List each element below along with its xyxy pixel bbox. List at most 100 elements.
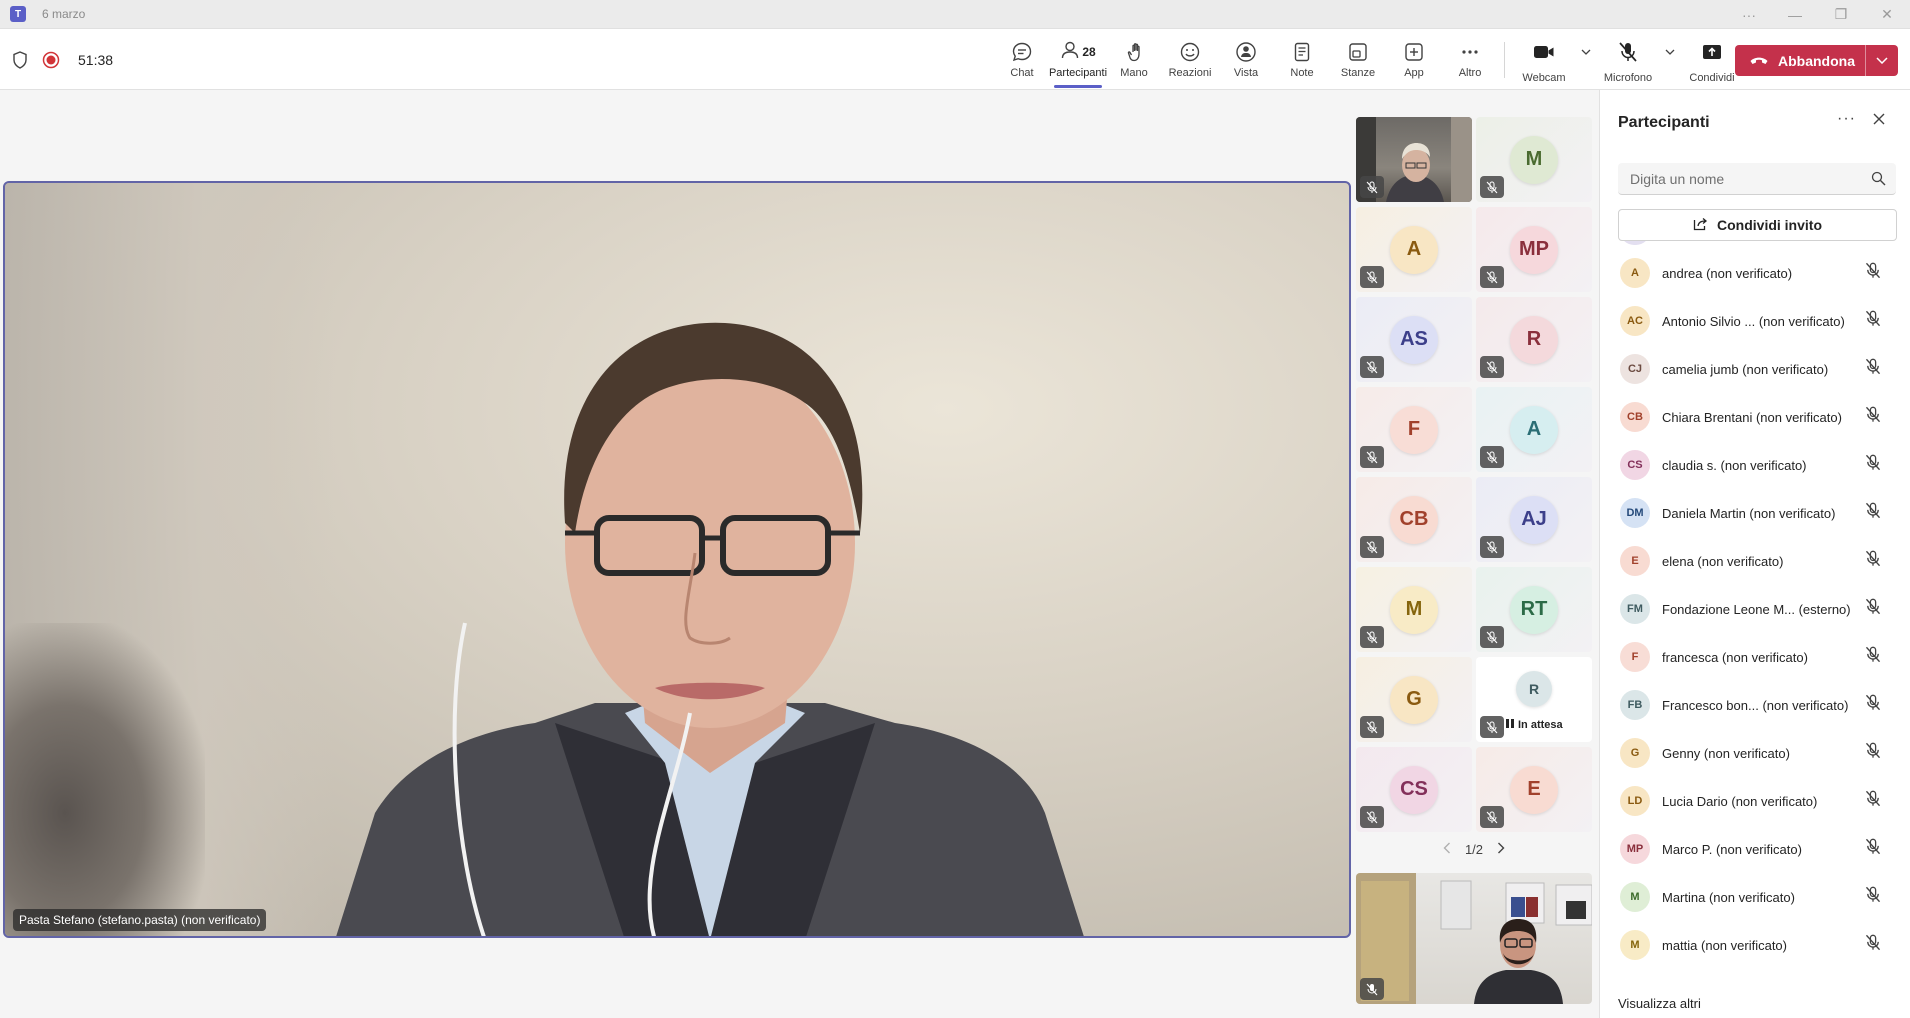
participant-list-item[interactable]: CS claudia s. (non verificato) (1600, 441, 1910, 489)
gallery-tile[interactable]: AS (1356, 297, 1472, 382)
show-more-link[interactable]: Visualizza altri (1618, 996, 1701, 1011)
participant-list-item[interactable]: DM Daniela Martin (non verificato) (1600, 489, 1910, 537)
mic-off-icon[interactable] (1865, 694, 1881, 716)
participants-button[interactable]: 28 Partecipanti (1049, 29, 1107, 90)
view-button[interactable]: Vista (1218, 29, 1274, 90)
participant-list-item[interactable]: AC Antonio Silvio ... (non verificato) (1600, 297, 1910, 345)
mic-off-icon[interactable] (1865, 838, 1881, 860)
participant-list-item[interactable]: MP Marco P. (non verificato) (1600, 825, 1910, 873)
next-page-chevron-icon[interactable] (1497, 842, 1505, 857)
gallery-tile[interactable]: E (1476, 747, 1592, 832)
more-button[interactable]: Altro (1442, 29, 1498, 90)
participant-name: Antonio Silvio ... (non verificato) (1662, 313, 1845, 329)
mic-off-icon[interactable] (1865, 502, 1881, 524)
participant-name: camelia jumb (non verificato) (1662, 361, 1829, 377)
raise-hand-button[interactable]: Mano (1106, 29, 1162, 90)
shield-icon[interactable] (12, 50, 28, 69)
avatar: M (1390, 585, 1438, 634)
gallery-tile[interactable]: CB (1356, 477, 1472, 562)
participant-list-item[interactable]: Eelena (non verificato) (1600, 537, 1910, 585)
mic-off-icon[interactable] (1865, 310, 1881, 332)
gallery-tile[interactable]: G (1356, 657, 1472, 742)
avatar: LD (1620, 786, 1650, 816)
meeting-toolbar: 51:38 Chat 28 Partecipanti Mano Reazioni… (0, 29, 1910, 90)
smile-icon (1179, 41, 1201, 63)
gallery-tile[interactable]: MP (1476, 207, 1592, 292)
participant-list-item[interactable]: FM Fondazione Leone M... (esterno) (1600, 585, 1910, 633)
raise-hand-icon (1123, 41, 1145, 63)
video-background-shadow (5, 623, 205, 936)
mic-off-icon[interactable] (1865, 646, 1881, 668)
page-indicator: 1/2 (1464, 842, 1484, 857)
avatar: CB (1620, 402, 1650, 432)
avatar: FM (1620, 594, 1650, 624)
gallery-tile[interactable]: R In attesa (1476, 657, 1592, 742)
close-panel-icon[interactable] (1873, 112, 1885, 130)
window-controls: ··· — ❐ ✕ (1726, 0, 1910, 29)
self-view-video[interactable] (1356, 873, 1592, 1004)
leave-options-chevron-icon[interactable] (1866, 57, 1898, 64)
gallery-tile[interactable]: RT (1476, 567, 1592, 652)
gallery-tile[interactable]: AJ (1476, 477, 1592, 562)
gallery-tile[interactable]: M (1476, 117, 1592, 202)
share-invite-button[interactable]: Condividi invito (1618, 209, 1897, 241)
webcam-button[interactable]: Webcam (1511, 41, 1577, 84)
chat-button[interactable]: Chat (994, 29, 1050, 90)
meeting-timer: 51:38 (78, 51, 114, 68)
chat-icon (1011, 41, 1033, 63)
avatar: DM (1620, 498, 1650, 528)
gallery-tile[interactable] (1356, 117, 1472, 202)
mic-off-icon[interactable] (1865, 886, 1881, 908)
gallery-tile[interactable]: M (1356, 567, 1472, 652)
window-more-button[interactable]: ··· (1726, 7, 1772, 23)
apps-button[interactable]: App (1386, 29, 1442, 90)
mic-off-icon[interactable] (1865, 358, 1881, 380)
participant-list-item[interactable]: Mmattia (non verificato) (1600, 921, 1910, 969)
participant-name: Chiara Brentani (non verificato) (1662, 409, 1842, 425)
mic-off-icon (1480, 536, 1504, 558)
panel-more-icon[interactable]: ··· (1837, 110, 1856, 128)
gallery-tile[interactable]: A (1356, 207, 1472, 292)
gallery-tile[interactable]: A (1476, 387, 1592, 472)
minimize-button[interactable]: — (1772, 7, 1818, 23)
webcam-options-chevron-icon[interactable] (1577, 41, 1595, 55)
mic-off-icon[interactable] (1865, 454, 1881, 476)
mic-off-icon[interactable] (1865, 934, 1881, 956)
restore-button[interactable]: ❐ (1818, 6, 1864, 23)
participant-list-item[interactable]: CB Chiara Brentani (non verificato) (1600, 393, 1910, 441)
gallery-tile[interactable]: F (1356, 387, 1472, 472)
rooms-button[interactable]: Stanze (1330, 29, 1386, 90)
close-window-button[interactable]: ✕ (1864, 6, 1910, 23)
participant-list-item[interactable]: CJ camelia jumb (non verificato) (1600, 345, 1910, 393)
main-video-stage[interactable]: Pasta Stefano (stefano.pasta) (non verif… (3, 181, 1351, 938)
participant-list-item[interactable]: Ffrancesca (non verificato) (1600, 633, 1910, 681)
mic-off-icon[interactable] (1865, 406, 1881, 428)
gallery-tile[interactable]: R (1476, 297, 1592, 382)
participant-list-item[interactable]: LD Lucia Dario (non verificato) (1600, 777, 1910, 825)
mic-off-icon[interactable] (1865, 598, 1881, 620)
participant-list-item[interactable]: Aandrea (non verificato) (1600, 249, 1910, 297)
mic-off-icon (1360, 266, 1384, 288)
gallery-tile[interactable]: CS (1356, 747, 1472, 832)
share-label: Condividi (1689, 72, 1735, 84)
search-icon[interactable] (1871, 171, 1886, 191)
reactions-button[interactable]: Reazioni (1162, 29, 1218, 90)
mic-off-icon[interactable] (1865, 790, 1881, 812)
mic-off-icon[interactable] (1865, 262, 1881, 284)
participant-list-item[interactable]: G Genny (non verificato) (1600, 729, 1910, 777)
mic-options-chevron-icon[interactable] (1661, 41, 1679, 55)
webcam-control: Webcam (1511, 29, 1595, 90)
microphone-button[interactable]: Microfono (1595, 41, 1661, 84)
mic-off-icon[interactable] (1865, 550, 1881, 572)
notes-button[interactable]: Note (1274, 29, 1330, 90)
participant-list-item[interactable]: M Martina (non verificato) (1600, 873, 1910, 921)
participant-name: andrea (non verificato) (1662, 265, 1793, 281)
leave-button[interactable]: Abbandona (1735, 45, 1898, 76)
mic-off-icon[interactable] (1865, 742, 1881, 764)
prev-page-chevron-icon[interactable] (1443, 842, 1451, 857)
participant-list-item[interactable]: FB Francesco bon... (non verificato) (1600, 681, 1910, 729)
notes-icon (1291, 41, 1313, 63)
search-input[interactable] (1618, 163, 1858, 195)
participant-name: Daniela Martin (non verificato) (1662, 505, 1836, 521)
avatar: RT (1510, 585, 1558, 634)
